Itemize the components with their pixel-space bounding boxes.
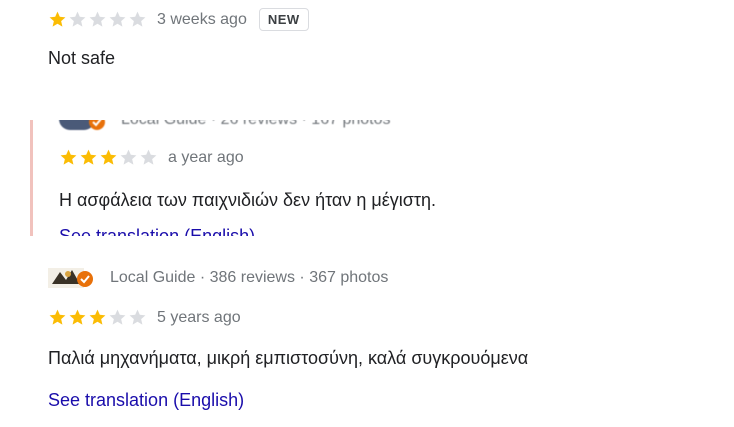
star-icon <box>109 11 126 27</box>
star-icon <box>140 149 157 165</box>
review-meta-row: a year ago <box>59 148 244 167</box>
star-icon <box>109 309 126 325</box>
review-text: Not safe <box>48 48 116 68</box>
see-translation-link[interactable]: See translation (English) <box>59 226 255 236</box>
review-text: Παλιά μηχανήματα, μικρή εμπιστοσύνη, καλ… <box>48 348 529 368</box>
star-icon <box>49 11 66 27</box>
author-meta: Local Guide · 26 reviews · 167 photos <box>121 120 390 129</box>
review-date: a year ago <box>168 148 244 166</box>
local-guide-badge-icon <box>77 271 93 287</box>
new-badge: NEW <box>258 8 309 31</box>
review-date: 5 years ago <box>157 308 241 326</box>
author-meta: Local Guide · 386 reviews · 367 photos <box>110 269 389 286</box>
avatar[interactable] <box>48 266 94 290</box>
review-text: Η ασφάλεια των παιχνιδιών δεν ήταν η μέγ… <box>59 190 436 210</box>
review-meta-row: 5 years ago <box>48 308 241 327</box>
star-icon <box>60 149 77 165</box>
star-icon <box>69 309 86 325</box>
star-icon <box>49 309 66 325</box>
see-translation-link[interactable]: See translation (English) <box>48 390 244 411</box>
avatar[interactable] <box>59 120 105 132</box>
clipped-review-panel: Local Guide · 26 reviews · 167 photos a … <box>30 120 533 236</box>
author-line: Local Guide · 26 reviews · 167 photos <box>59 120 390 132</box>
review-date: 3 weeks ago <box>157 10 247 28</box>
star-rating <box>48 308 147 327</box>
star-icon <box>89 11 106 27</box>
star-icon <box>129 11 146 27</box>
author-line: Local Guide · 386 reviews · 367 photos <box>48 266 388 290</box>
star-rating <box>59 148 158 167</box>
star-icon <box>120 149 137 165</box>
star-icon <box>129 309 146 325</box>
star-icon <box>69 11 86 27</box>
star-icon <box>100 149 117 165</box>
review-meta-row: 3 weeks ago NEW <box>48 8 309 31</box>
star-icon <box>80 149 97 165</box>
star-icon <box>89 309 106 325</box>
star-rating <box>48 10 147 29</box>
